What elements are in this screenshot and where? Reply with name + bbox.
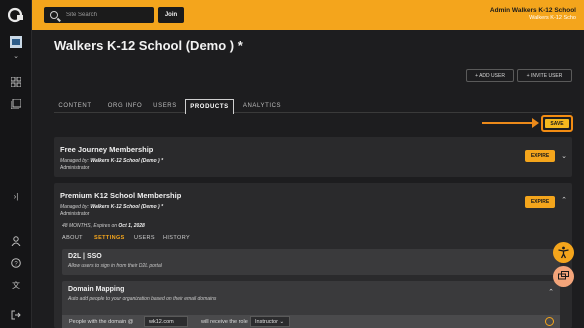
- account-name: Admin Walkers K-12 School: [489, 7, 576, 14]
- managed-by: Managed by: Walkers K-12 School (Demo ) …: [60, 204, 163, 210]
- role-prefix-label: will receive the role: [201, 319, 248, 325]
- translate-icon[interactable]: 文: [8, 277, 24, 293]
- product-title: Premium K12 School Membership: [60, 191, 182, 200]
- expires-date: Oct 1, 2028: [118, 223, 145, 229]
- chevron-down-icon[interactable]: ⌄: [561, 152, 567, 160]
- domain-prefix-label: People with the domain @: [69, 319, 134, 325]
- help-icon[interactable]: ?: [8, 255, 24, 271]
- org-tabs: CONTENT ORG INFO USERS PRODUCTS ANALYTIC…: [54, 99, 572, 114]
- search-icon: [50, 11, 58, 19]
- managed-by-org: Walkers K-12 School (Demo ) *: [90, 158, 164, 164]
- role-label: Administrator: [60, 165, 90, 171]
- app-logo-icon[interactable]: [8, 7, 24, 23]
- top-bar: Join Admin Walkers K-12 School Walkers K…: [32, 0, 584, 30]
- chevron-up-icon[interactable]: ⌃: [561, 196, 567, 204]
- d2l-sso-section[interactable]: D2L | SSO Allow users to sign in from th…: [62, 249, 560, 275]
- library-icon[interactable]: [8, 96, 24, 112]
- managed-by-prefix: Managed by:: [60, 204, 89, 210]
- subtab-about[interactable]: ABOUT: [62, 235, 83, 241]
- section-description: Allow users to sign in from their D2L po…: [68, 263, 162, 269]
- account-menu[interactable]: Admin Walkers K-12 School Walkers K-12 S…: [490, 7, 576, 21]
- subtab-history[interactable]: HISTORY: [163, 235, 190, 241]
- tab-users[interactable]: USERS: [150, 99, 180, 113]
- search-input[interactable]: [66, 12, 146, 18]
- role-select-value: Instructor: [255, 319, 278, 325]
- product-card-free-journey: Free Journey Membership Managed by: Walk…: [54, 137, 572, 177]
- managed-by-org: Walkers K-12 School (Demo ) *: [90, 204, 164, 210]
- expire-button[interactable]: EXPIRE: [525, 196, 555, 208]
- chat-icon: [558, 271, 569, 280]
- add-user-button[interactable]: + ADD USER: [466, 69, 514, 82]
- role-label: Administrator: [60, 211, 90, 217]
- subtab-settings[interactable]: SETTINGS: [94, 235, 125, 241]
- product-card-premium: Premium K12 School Membership Managed by…: [54, 183, 572, 328]
- collapse-toggle-icon[interactable]: ›|: [8, 188, 24, 204]
- tab-products[interactable]: PRODUCTS: [185, 99, 234, 114]
- accessibility-fab[interactable]: [553, 242, 574, 263]
- save-highlight: SAVE: [541, 115, 573, 132]
- account-org: Walkers K-12 Scho: [529, 15, 576, 21]
- tab-content[interactable]: CONTENT: [54, 99, 96, 113]
- expire-button[interactable]: EXPIRE: [525, 150, 555, 162]
- join-button[interactable]: Join: [158, 7, 184, 23]
- accessibility-icon: [558, 246, 569, 259]
- tab-analytics[interactable]: ANALYTICS: [240, 99, 284, 113]
- managed-by: Managed by: Walkers K-12 School (Demo ) …: [60, 158, 163, 164]
- membership-duration: 48 MONTHS,: [62, 223, 93, 229]
- domain-mapping-row: People with the domain @ wk12.com will r…: [62, 315, 560, 328]
- page-title: Walkers K-12 School (Demo ) *: [54, 38, 243, 53]
- highlight-arrow: [482, 118, 539, 128]
- domain-field[interactable]: wk12.com: [144, 316, 188, 327]
- remove-icon[interactable]: [545, 317, 554, 326]
- membership-term: 48 MONTHS, Expires on Oct 1, 2028: [62, 223, 145, 229]
- tab-org-info[interactable]: ORG INFO: [102, 99, 148, 113]
- site-search[interactable]: [44, 7, 154, 23]
- expires-label: Expires on: [93, 223, 118, 229]
- section-description: Auto add people to your organization bas…: [68, 296, 217, 302]
- left-nav-rail: ⌄ ›| ? 文: [0, 0, 32, 328]
- managed-by-prefix: Managed by:: [60, 158, 89, 164]
- subtab-users[interactable]: USERS: [134, 235, 155, 241]
- logout-icon[interactable]: [8, 307, 24, 323]
- section-title: Domain Mapping: [68, 286, 125, 293]
- chat-fab[interactable]: [553, 266, 574, 287]
- chevron-down-icon[interactable]: ⌄: [8, 48, 24, 64]
- product-title: Free Journey Membership: [60, 145, 154, 154]
- dashboard-grid-icon[interactable]: [8, 74, 24, 90]
- role-select[interactable]: Instructor ⌄: [250, 316, 290, 327]
- user-icon[interactable]: [8, 233, 24, 249]
- save-button[interactable]: SAVE: [545, 119, 569, 128]
- chevron-up-icon[interactable]: ⌃: [548, 288, 554, 296]
- section-title: D2L | SSO: [68, 253, 102, 260]
- invite-user-button[interactable]: + INVITE USER: [517, 69, 572, 82]
